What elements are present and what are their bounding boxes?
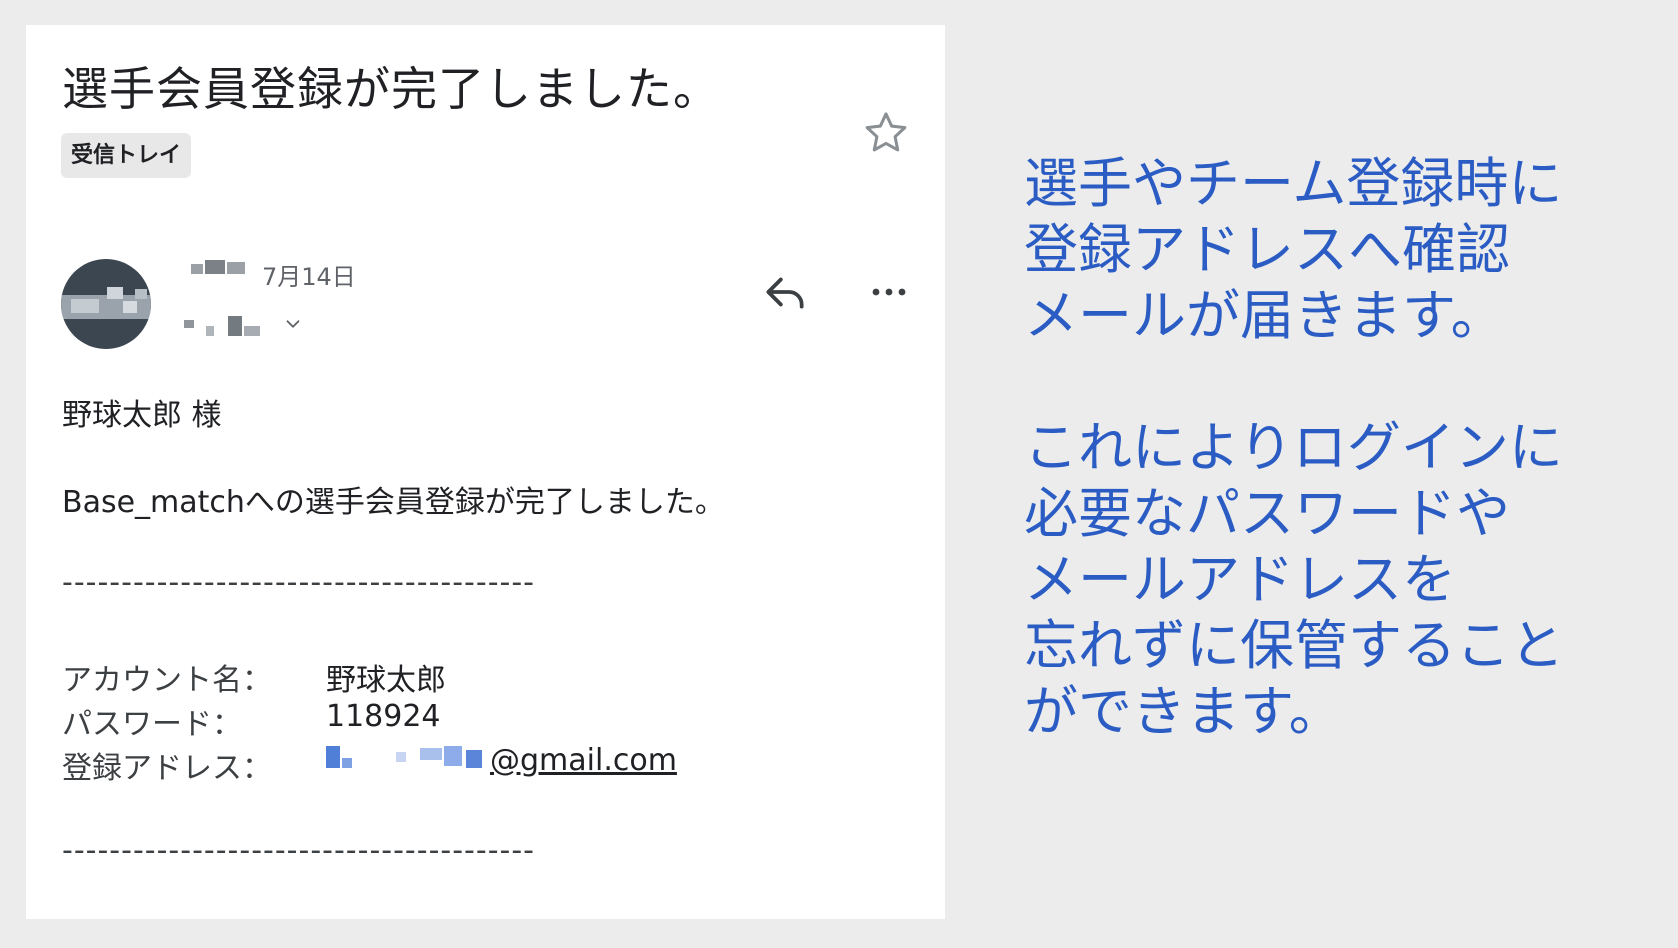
explanation-note: 選手やチーム登録時に 登録アドレスへ確認 メールが届きます。 これによりログイン… xyxy=(1024,151,1624,745)
explanation-paragraph-2: これによりログインに 必要なパスワードや メールアドレスを 忘れずに保管すること… xyxy=(1024,415,1624,745)
explanation-line: メールが届きます。 xyxy=(1024,284,1505,347)
star-icon[interactable] xyxy=(860,107,912,159)
account-name-value: 野球太郎 xyxy=(326,663,446,698)
explanation-line: 忘れずに保管すること xyxy=(1024,614,1564,677)
email-local-part-redacted xyxy=(326,744,490,774)
inbox-label-chip[interactable]: 受信トレイ xyxy=(61,133,192,178)
explanation-line: ができます。 xyxy=(1024,680,1343,743)
explanation-line: メールアドレスを xyxy=(1024,548,1456,611)
email-divider-bottom: ---------------------------------------- xyxy=(62,833,536,868)
registered-address-link[interactable]: @gmail.com xyxy=(326,743,677,778)
email-message: Base_matchへの選手会員登録が完了しました。 xyxy=(62,485,725,520)
explanation-line: これによりログインに xyxy=(1024,416,1563,479)
reply-icon[interactable] xyxy=(760,267,810,317)
registered-address-label: 登録アドレス： xyxy=(62,751,272,786)
explanation-line: 選手やチーム登録時に xyxy=(1024,152,1563,215)
email-domain: @gmail.com xyxy=(490,743,677,778)
chevron-down-icon[interactable] xyxy=(282,313,304,335)
email-subject: 選手会員登録が完了しました。 xyxy=(62,62,720,116)
password-label: パスワード： xyxy=(62,707,242,742)
password-value: 118924 xyxy=(326,699,441,734)
explanation-line: 必要なパスワードや xyxy=(1024,482,1510,545)
sender-name-redacted xyxy=(191,258,247,280)
explanation-paragraph-1: 選手やチーム登録時に 登録アドレスへ確認 メールが届きます。 xyxy=(1024,151,1624,349)
sender-avatar xyxy=(61,259,151,349)
email-divider-top: ---------------------------------------- xyxy=(62,565,536,600)
recipient-redacted[interactable] xyxy=(184,312,274,338)
more-icon[interactable] xyxy=(864,281,914,303)
explanation-line: 登録アドレスへ確認 xyxy=(1024,218,1510,281)
email-greeting: 野球太郎 様 xyxy=(62,398,222,433)
email-card: 選手会員登録が完了しました。 受信トレイ 7月14日 野球太郎 様 Base_m… xyxy=(26,25,945,919)
account-name-label: アカウント名： xyxy=(62,663,272,698)
email-date: 7月14日 xyxy=(262,263,356,291)
